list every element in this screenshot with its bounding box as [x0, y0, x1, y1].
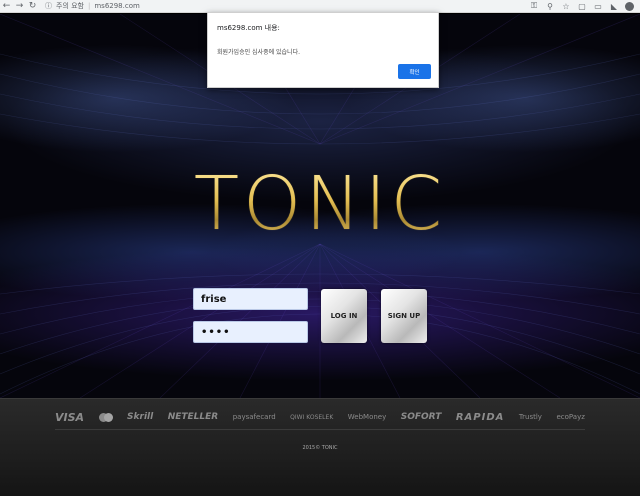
alert-dialog: ms6298.com 내용: 회원가입승인 심사중에 있습니다. 확인: [207, 12, 439, 88]
visa-logo: VISA: [55, 410, 85, 424]
extension-icon[interactable]: ▢: [577, 2, 587, 11]
profile-avatar-icon[interactable]: [625, 1, 634, 11]
login-button[interactable]: LOG IN: [321, 289, 367, 343]
footer-divider: [55, 429, 585, 430]
skrill-logo: Skrill: [127, 412, 154, 422]
tonic-logo: TONIC: [150, 161, 490, 247]
paysafecard-logo: paysafecard: [232, 413, 276, 421]
sofort-logo: SOFORT: [400, 412, 442, 422]
address-separator: |: [88, 2, 91, 10]
mastercard-logo: [98, 412, 113, 422]
password-input[interactable]: ••••: [193, 321, 308, 343]
ecopayz-logo: ecoPayz: [556, 413, 585, 421]
page-viewport: TONIC frise •••• LOG IN SIGN UP VISA Skr…: [0, 0, 640, 496]
zoom-icon[interactable]: ⚲: [545, 2, 555, 11]
info-icon[interactable]: ⓘ: [45, 1, 52, 11]
forward-arrow-icon[interactable]: →: [13, 0, 26, 13]
username-input[interactable]: frise: [193, 288, 308, 310]
dialog-message: 회원가입승인 심사중에 있습니다.: [217, 49, 301, 56]
security-status: 주의 요함: [56, 2, 84, 10]
back-arrow-icon[interactable]: ←: [0, 0, 13, 13]
rapida-logo: RAPIDA: [455, 411, 505, 423]
trustly-logo: Trustly: [518, 413, 542, 421]
payment-logos: VISA Skrill NETELLER paysafecard QIWI KO…: [55, 409, 585, 425]
dialog-ok-button[interactable]: 확인: [398, 64, 431, 79]
address-bar[interactable]: ⓘ 주의 요함 | ms6298.com: [45, 1, 529, 11]
webmoney-logo: WebMoney: [347, 413, 387, 421]
dialog-title: ms6298.com 내용:: [217, 24, 280, 32]
cast-icon[interactable]: ▭: [593, 2, 603, 11]
neteller-logo: NETELLER: [167, 412, 219, 422]
qiwi-logo: QIWI KOSELEK: [290, 413, 334, 421]
url-text[interactable]: ms6298.com: [94, 2, 139, 10]
footer: VISA Skrill NETELLER paysafecard QIWI KO…: [0, 398, 640, 496]
star-icon[interactable]: ☆: [561, 2, 571, 11]
copyright-text: 2015© TONIC: [302, 445, 338, 451]
key-icon[interactable]: ⚿: [529, 1, 539, 11]
reload-icon[interactable]: ↻: [26, 0, 39, 13]
signup-button[interactable]: SIGN UP: [381, 289, 427, 343]
extension-puzzle-icon[interactable]: ◣: [609, 2, 619, 11]
